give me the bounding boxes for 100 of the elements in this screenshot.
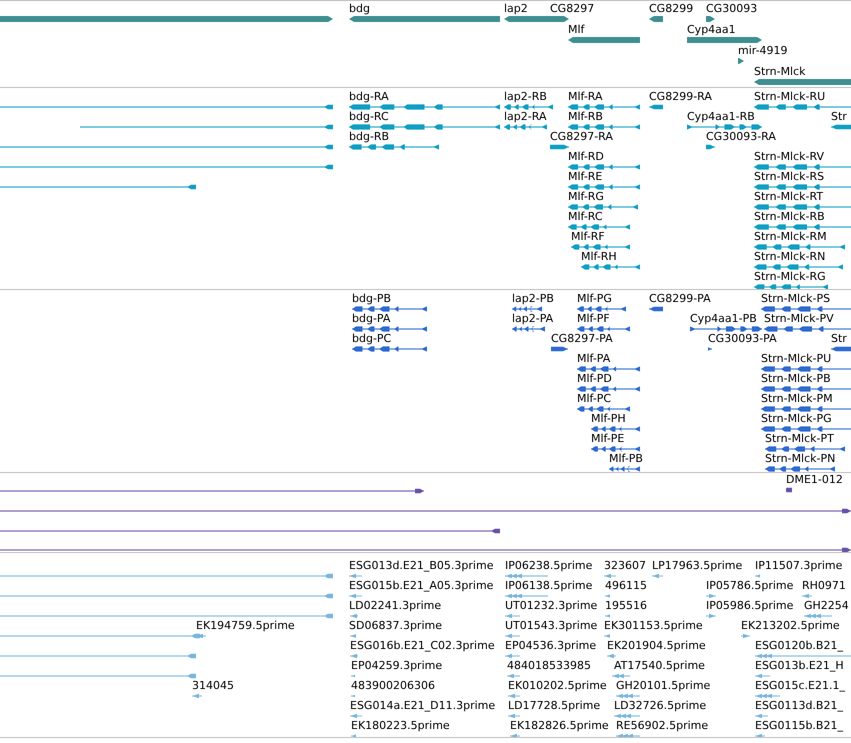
- est-glyph[interactable]: [755, 573, 760, 579]
- protein-glyph[interactable]: [764, 326, 851, 332]
- protein-glyph[interactable]: [761, 306, 851, 312]
- alignment-glyph[interactable]: [0, 547, 851, 552]
- transcript-glyph[interactable]: [568, 204, 638, 210]
- est-glyph[interactable]: [351, 673, 355, 679]
- est-glyph[interactable]: [0, 673, 196, 679]
- gene-glyph[interactable]: [550, 16, 569, 22]
- transcript-glyph[interactable]: [754, 104, 851, 110]
- est-glyph[interactable]: [605, 593, 610, 599]
- est-glyph[interactable]: [616, 693, 640, 699]
- protein-glyph[interactable]: [352, 346, 427, 352]
- est-glyph[interactable]: [0, 633, 200, 639]
- est-glyph[interactable]: [505, 633, 520, 639]
- transcript-glyph[interactable]: [568, 124, 640, 130]
- est-glyph[interactable]: [0, 613, 333, 619]
- protein-glyph[interactable]: [352, 306, 427, 312]
- protein-glyph[interactable]: [352, 326, 427, 332]
- est-glyph[interactable]: [755, 693, 780, 699]
- protein-glyph[interactable]: [708, 346, 712, 352]
- alignment-glyph[interactable]: [0, 508, 851, 514]
- transcript-glyph[interactable]: [754, 264, 843, 270]
- est-glyph[interactable]: [755, 713, 768, 719]
- est-glyph[interactable]: [607, 653, 616, 659]
- est-glyph[interactable]: [351, 693, 355, 699]
- transcript-glyph[interactable]: [0, 164, 333, 170]
- protein-glyph[interactable]: [761, 406, 851, 412]
- est-glyph[interactable]: [0, 653, 196, 659]
- transcript-glyph[interactable]: [754, 184, 851, 190]
- est-glyph[interactable]: [614, 713, 640, 719]
- est-glyph[interactable]: [604, 573, 616, 579]
- est-glyph[interactable]: [604, 633, 610, 639]
- est-glyph[interactable]: [741, 633, 750, 639]
- est-glyph[interactable]: [350, 633, 356, 639]
- transcript-glyph[interactable]: [754, 164, 851, 170]
- transcript-glyph[interactable]: [754, 204, 851, 210]
- transcript-glyph[interactable]: [568, 184, 640, 190]
- alignment-glyph[interactable]: [0, 488, 424, 494]
- transcript-glyph[interactable]: [706, 144, 715, 150]
- est-glyph[interactable]: [349, 593, 362, 599]
- protein-glyph[interactable]: [591, 446, 640, 452]
- protein-glyph[interactable]: [765, 446, 845, 452]
- est-glyph[interactable]: [505, 653, 520, 659]
- transcript-glyph[interactable]: [568, 164, 640, 170]
- gene-glyph[interactable]: [706, 16, 715, 22]
- transcript-glyph[interactable]: [581, 264, 640, 270]
- est-glyph[interactable]: [605, 613, 610, 619]
- transcript-glyph[interactable]: [754, 224, 851, 230]
- est-glyph[interactable]: [192, 693, 202, 699]
- transcript-glyph[interactable]: [571, 244, 630, 250]
- protein-glyph[interactable]: [577, 306, 626, 312]
- transcript-glyph[interactable]: [80, 124, 333, 130]
- protein-glyph[interactable]: [577, 386, 640, 392]
- est-glyph[interactable]: [612, 673, 630, 679]
- protein-glyph[interactable]: [761, 366, 851, 372]
- est-glyph[interactable]: [0, 593, 333, 599]
- est-glyph[interactable]: [350, 653, 358, 659]
- transcript-glyph[interactable]: [754, 284, 828, 289]
- est-glyph[interactable]: [505, 573, 548, 579]
- protein-glyph[interactable]: [577, 406, 630, 412]
- gene-glyph[interactable]: [687, 37, 762, 43]
- est-glyph[interactable]: [505, 593, 548, 599]
- gene-glyph[interactable]: [568, 37, 640, 43]
- transcript-glyph[interactable]: [0, 184, 196, 190]
- transcript-glyph[interactable]: [0, 104, 333, 110]
- transcript-glyph[interactable]: [504, 104, 553, 110]
- protein-glyph[interactable]: [690, 326, 762, 332]
- protein-glyph[interactable]: [512, 306, 542, 312]
- transcript-glyph[interactable]: [349, 124, 500, 130]
- protein-glyph[interactable]: [765, 466, 835, 472]
- protein-glyph[interactable]: [649, 306, 663, 312]
- transcript-glyph[interactable]: [754, 244, 845, 250]
- transcript-glyph[interactable]: [0, 144, 333, 150]
- est-glyph[interactable]: [804, 613, 832, 619]
- alignment-glyph[interactable]: [786, 487, 792, 493]
- protein-glyph[interactable]: [761, 426, 851, 432]
- alignment-glyph[interactable]: [0, 528, 500, 534]
- est-glyph[interactable]: [508, 713, 520, 719]
- protein-glyph[interactable]: [551, 346, 568, 352]
- est-glyph[interactable]: [652, 573, 663, 579]
- est-glyph[interactable]: [350, 713, 362, 719]
- est-glyph[interactable]: [706, 613, 716, 619]
- protein-glyph[interactable]: [577, 326, 630, 332]
- est-glyph[interactable]: [755, 673, 770, 679]
- gene-glyph[interactable]: [738, 58, 744, 64]
- gene-glyph[interactable]: [754, 79, 851, 85]
- est-glyph[interactable]: [802, 593, 812, 599]
- transcript-glyph[interactable]: [349, 144, 439, 150]
- transcript-glyph[interactable]: [687, 124, 762, 130]
- est-glyph[interactable]: [505, 613, 520, 619]
- transcript-glyph[interactable]: [649, 104, 663, 110]
- protein-glyph[interactable]: [591, 426, 640, 432]
- est-glyph[interactable]: [507, 673, 520, 679]
- gene-glyph[interactable]: [649, 16, 663, 22]
- protein-glyph[interactable]: [577, 366, 640, 372]
- protein-glyph[interactable]: [512, 326, 545, 332]
- est-glyph[interactable]: [706, 593, 716, 599]
- transcript-glyph[interactable]: [550, 144, 569, 150]
- est-glyph[interactable]: [0, 573, 333, 579]
- transcript-glyph[interactable]: [349, 104, 500, 110]
